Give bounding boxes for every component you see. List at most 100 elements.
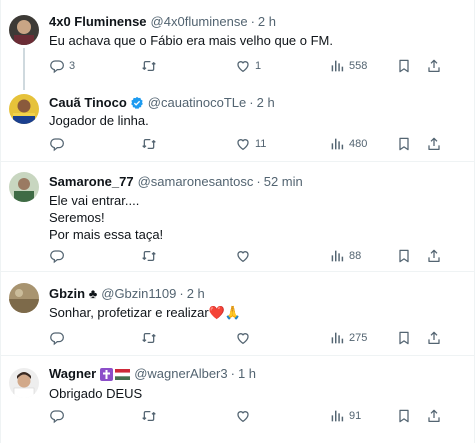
- bookmark-button[interactable]: [396, 136, 412, 152]
- reply-icon: [49, 248, 65, 264]
- tweet-cauatinoco[interactable]: Cauã Tinoco @cauatinocoTLe · 2 h Jogador…: [1, 88, 474, 162]
- reply-button[interactable]: [49, 330, 69, 346]
- bookmark-icon: [396, 136, 412, 152]
- reply-icon: [49, 330, 65, 346]
- user-handle[interactable]: @Gbzin1109: [101, 286, 176, 302]
- cross-emoji: [100, 367, 114, 381]
- views-icon: [329, 58, 345, 74]
- user-handle[interactable]: @cauatinocoTLe: [148, 95, 246, 111]
- share-button[interactable]: [426, 136, 442, 152]
- like-button[interactable]: [235, 330, 255, 346]
- share-icon: [426, 136, 442, 152]
- bookmark-button[interactable]: [396, 330, 412, 346]
- like-button[interactable]: [235, 248, 255, 264]
- share-button[interactable]: [426, 330, 442, 346]
- avatar[interactable]: [9, 15, 39, 45]
- retweet-button[interactable]: [141, 136, 161, 152]
- views-button[interactable]: 88: [329, 248, 361, 264]
- share-button[interactable]: [426, 58, 442, 74]
- timestamp[interactable]: 1 h: [238, 366, 256, 382]
- tweet-text: Obrigado DEUS: [49, 386, 143, 401]
- thread-line: [23, 48, 25, 90]
- tweet-text: Jogador de linha.: [49, 113, 149, 128]
- hungary-flag-icon: [115, 368, 131, 380]
- bookmark-icon: [396, 248, 412, 264]
- views-icon: [329, 330, 345, 346]
- views-button[interactable]: 275: [329, 330, 367, 346]
- user-handle[interactable]: @samaronesantosc: [138, 174, 254, 190]
- display-name[interactable]: Cauã Tinoco: [49, 95, 127, 111]
- reply-button[interactable]: [49, 408, 69, 424]
- like-button[interactable]: 11: [235, 136, 266, 152]
- separator-dot: ·: [250, 14, 255, 29]
- display-name[interactable]: Samarone_77: [49, 174, 134, 190]
- retweet-icon: [141, 136, 157, 152]
- views-count: 91: [349, 410, 362, 422]
- share-icon: [426, 330, 442, 346]
- views-count: 275: [349, 332, 368, 344]
- reply-button[interactable]: [49, 136, 69, 152]
- bookmark-button[interactable]: [396, 248, 412, 264]
- display-name[interactable]: Gbzin ♣: [49, 286, 97, 302]
- tweet-samarone77[interactable]: Samarone_77 @samaronesantosc · 52 min El…: [1, 162, 474, 272]
- share-icon: [426, 248, 442, 264]
- heart-icon: [235, 248, 251, 264]
- views-button[interactable]: 480: [329, 136, 367, 152]
- retweet-icon: [141, 58, 157, 74]
- retweet-button[interactable]: [141, 248, 161, 264]
- separator-dot: ·: [179, 286, 184, 301]
- avatar[interactable]: [9, 283, 39, 313]
- views-button[interactable]: 558: [329, 58, 367, 74]
- views-count: 558: [349, 60, 368, 72]
- retweet-button[interactable]: [141, 330, 161, 346]
- bookmark-button[interactable]: [396, 58, 412, 74]
- heart-icon: [235, 408, 251, 424]
- avatar[interactable]: [9, 172, 39, 202]
- views-button[interactable]: 91: [329, 408, 361, 424]
- like-button[interactable]: [235, 408, 255, 424]
- tweet-text: Eu achava que o Fábio era mais velho que…: [49, 33, 333, 48]
- tweet-gbzin[interactable]: Gbzin ♣ @Gbzin1109 · 2 h Sonhar, profeti…: [1, 272, 474, 356]
- tweet-4x0fluminense[interactable]: 4x0 Fluminense @4x0fluminense · 2 h Eu a…: [1, 0, 474, 90]
- user-handle[interactable]: @wagnerAlber3: [134, 366, 227, 382]
- timestamp[interactable]: 2 h: [257, 95, 275, 111]
- avatar[interactable]: [9, 368, 39, 398]
- retweet-button[interactable]: [141, 408, 161, 424]
- tweet-text: Ele vai entrar.... Seremos! Por mais ess…: [49, 193, 164, 242]
- heart-icon: [235, 330, 251, 346]
- views-count: 480: [349, 138, 368, 150]
- display-name[interactable]: 4x0 Fluminense: [49, 14, 147, 30]
- timestamp[interactable]: 52 min: [264, 174, 303, 190]
- share-icon: [426, 58, 442, 74]
- timestamp[interactable]: 2 h: [258, 14, 276, 30]
- separator-dot: ·: [249, 95, 254, 110]
- retweet-button[interactable]: [141, 58, 161, 74]
- views-count: 88: [349, 250, 362, 262]
- tweet-text: Sonhar, profetizar e realizar❤️🙏: [49, 305, 242, 320]
- retweet-icon: [141, 330, 157, 346]
- user-handle[interactable]: @4x0fluminense: [151, 14, 248, 30]
- separator-dot: ·: [230, 366, 235, 381]
- share-button[interactable]: [426, 408, 442, 424]
- bookmark-button[interactable]: [396, 408, 412, 424]
- share-icon: [426, 408, 442, 424]
- like-button[interactable]: 1: [235, 58, 261, 74]
- share-button[interactable]: [426, 248, 442, 264]
- bookmark-icon: [396, 408, 412, 424]
- reply-icon: [49, 408, 65, 424]
- reply-button[interactable]: [49, 248, 69, 264]
- separator-dot: ·: [256, 174, 261, 189]
- bookmark-icon: [396, 330, 412, 346]
- views-icon: [329, 248, 345, 264]
- display-name[interactable]: Wagner: [49, 366, 96, 382]
- timestamp[interactable]: 2 h: [187, 286, 205, 302]
- reply-button[interactable]: 3: [49, 58, 75, 74]
- bookmark-icon: [396, 58, 412, 74]
- avatar[interactable]: [9, 94, 39, 124]
- views-icon: [329, 136, 345, 152]
- heart-icon: [235, 136, 251, 152]
- tweet-wagner[interactable]: Wagner @wagnerAlber3 · 1 h Obrigado DEUS…: [1, 356, 474, 443]
- heart-icon: [235, 58, 251, 74]
- views-icon: [329, 408, 345, 424]
- reply-count: 3: [69, 60, 76, 72]
